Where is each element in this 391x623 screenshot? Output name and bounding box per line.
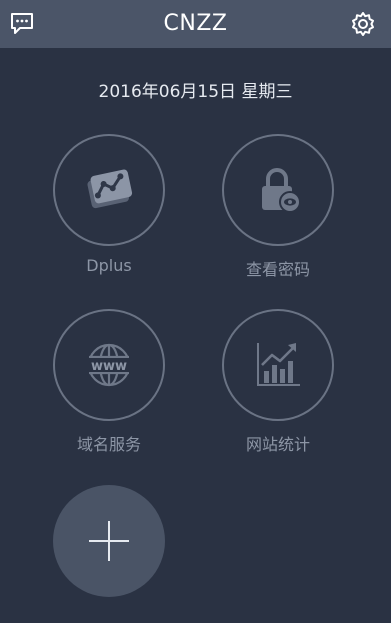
- lock-eye-icon: [262, 168, 301, 213]
- current-date: 2016年06月15日 星期三: [98, 82, 293, 102]
- tile-domain-service-button[interactable]: www: [53, 309, 165, 421]
- tile-site-stats-label: 网站统计: [245, 435, 310, 454]
- tile-view-password-label: 查看密码: [245, 260, 310, 279]
- dplus-chart-icon: [87, 169, 133, 209]
- tile-dplus-label: Dplus: [86, 256, 132, 275]
- tile-site-stats-button[interactable]: [222, 309, 334, 421]
- globe-www-icon: www: [83, 343, 135, 387]
- plus-icon: [89, 521, 129, 561]
- settings-gear-icon[interactable]: [349, 10, 377, 38]
- app-title: CNZZ: [163, 11, 228, 36]
- tile-dplus-button[interactable]: [53, 134, 165, 246]
- trend-chart-icon: [257, 343, 300, 386]
- top-bar: CNZZ: [0, 0, 391, 48]
- tile-view-password-button[interactable]: [222, 134, 334, 246]
- svg-text:www: www: [91, 359, 127, 374]
- tile-domain-service-label: 域名服务: [76, 435, 141, 454]
- add-tile-button[interactable]: [53, 485, 165, 597]
